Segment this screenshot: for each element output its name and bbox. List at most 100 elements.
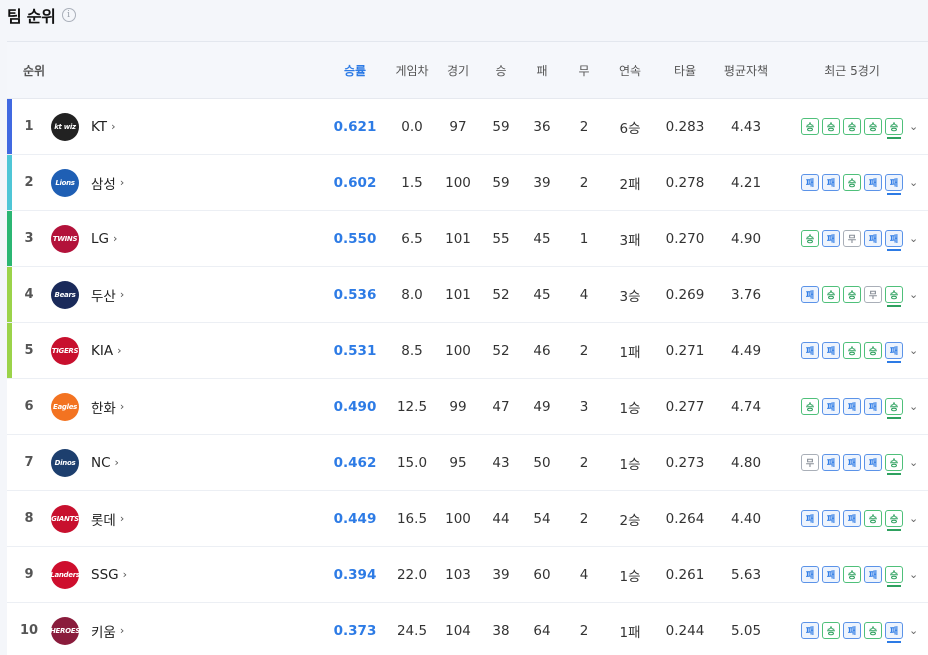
team-name: SSG [91, 566, 119, 583]
team-link[interactable]: Dinos NC › [47, 435, 167, 490]
era: 5.05 [730, 622, 762, 639]
table-row[interactable]: 8 GIANTS 롯데 › 0.449 16.5 100 44 54 2 2승 … [7, 491, 928, 547]
team-link[interactable]: HEROES 키움 › [47, 603, 167, 655]
team-name: 롯데 [91, 512, 116, 529]
table-row[interactable]: 1 kt wiz KT › 0.621 0.0 97 59 36 2 6승 0.… [7, 99, 928, 155]
ssg-landers-logo: Landers [50, 560, 80, 589]
chevron-right-icon: › [114, 456, 119, 469]
chevron-down-icon[interactable]: ⌄ [909, 211, 918, 266]
losses: 45 [533, 286, 551, 303]
recent-games: 패승패승패 [797, 603, 907, 655]
chevron-down-icon[interactable]: ⌄ [909, 379, 918, 434]
recent-games: 패패승패승 [797, 547, 907, 602]
recent-badges: 패패패승승 [801, 510, 903, 531]
page-title: 팀 순위 [7, 7, 56, 26]
chevron-right-icon: › [119, 288, 125, 301]
streak: 1패 [619, 624, 641, 641]
team-logo-text: TIGERS [51, 346, 79, 355]
wins: 52 [492, 342, 510, 359]
chevron-down-icon[interactable]: ⌄ [909, 155, 918, 210]
recent-badges: 무패패패승 [801, 454, 903, 475]
table-row[interactable]: 4 Bears 두산 › 0.536 8.0 101 52 45 4 3승 0.… [7, 267, 928, 323]
team-link[interactable]: kt wiz KT › [47, 99, 167, 154]
header-avg[interactable]: 타율 [657, 42, 713, 98]
standings-table: 순위 승률 게임차 경기 승 패 무 연속 타율 평균자책 최근 5경기 1 k… [7, 41, 928, 655]
games-behind: 16.5 [396, 510, 428, 527]
win-pct: 0.550 [333, 230, 377, 247]
chevron-down-icon[interactable]: ⌄ [909, 547, 918, 602]
draws: 2 [579, 622, 589, 639]
recent-game-badge: 승 [885, 454, 903, 475]
streak: 2승 [619, 512, 641, 529]
wins: 59 [492, 118, 510, 135]
recent-game-badge: 승 [885, 398, 903, 419]
team-link[interactable]: TWINS LG › [47, 211, 167, 266]
era: 4.21 [730, 174, 762, 191]
rank-indicator-bar [7, 155, 12, 210]
wins: 43 [492, 454, 510, 471]
header-pct[interactable]: 승률 [325, 42, 385, 98]
chevron-down-icon[interactable]: ⌄ [909, 323, 918, 378]
team-logo-text: kt wiz [54, 122, 76, 131]
recent-game-badge: 패 [885, 174, 903, 195]
header-era[interactable]: 평균자책 [715, 42, 777, 98]
team-link[interactable]: Bears 두산 › [47, 267, 167, 322]
team-link[interactable]: Lions 삼성 › [47, 155, 167, 210]
games-behind: 12.5 [396, 398, 428, 415]
chevron-down-icon[interactable]: ⌄ [909, 491, 918, 546]
recent-badges: 승패패패승 [801, 398, 903, 419]
header-games[interactable]: 경기 [437, 42, 479, 98]
recent-game-badge: 무 [864, 286, 882, 303]
team-name: 한화 [91, 400, 116, 417]
header-losses[interactable]: 패 [522, 42, 562, 98]
table-row[interactable]: 9 Landers SSG › 0.394 22.0 103 39 60 4 1… [7, 547, 928, 603]
team-logo-text: Dinos [54, 458, 76, 467]
chevron-down-icon[interactable]: ⌄ [909, 435, 918, 490]
header-gb[interactable]: 게임차 [387, 42, 437, 98]
table-row[interactable]: 5 TIGERS KIA › 0.531 8.5 100 52 46 2 1패 … [7, 323, 928, 379]
info-icon[interactable]: i [61, 8, 76, 22]
batting-avg: 0.278 [665, 174, 705, 191]
batting-avg: 0.264 [665, 510, 705, 527]
team-link[interactable]: GIANTS 롯데 › [47, 491, 167, 546]
rank-indicator-bar [7, 267, 12, 322]
chevron-right-icon: › [119, 400, 125, 413]
table-row[interactable]: 3 TWINS LG › 0.550 6.5 101 55 45 1 3패 0.… [7, 211, 928, 267]
team-name: KT [91, 118, 108, 135]
games-played: 100 [445, 174, 471, 191]
era: 4.80 [730, 454, 762, 471]
recent-game-badge: 패 [843, 454, 861, 471]
batting-avg: 0.277 [665, 398, 705, 415]
chevron-down-icon[interactable]: ⌄ [909, 99, 918, 154]
losses: 50 [533, 454, 551, 471]
recent-game-badge: 패 [864, 398, 882, 415]
draws: 1 [579, 230, 589, 247]
chevron-down-icon[interactable]: ⌄ [909, 267, 918, 322]
team-link[interactable]: Eagles 한화 › [47, 379, 167, 434]
recent-game-badge: 승 [885, 510, 903, 531]
header-streak[interactable]: 연속 [607, 42, 653, 98]
team-name: NC [91, 454, 111, 471]
team-logo-text: TWINS [52, 234, 78, 243]
recent-game-badge: 승 [801, 398, 819, 415]
recent-game-badge: 패 [822, 398, 840, 415]
team-link[interactable]: TIGERS KIA › [47, 323, 167, 378]
table-row[interactable]: 7 Dinos NC › 0.462 15.0 95 43 50 2 1승 0.… [7, 435, 928, 491]
table-row[interactable]: 10 HEROES 키움 › 0.373 24.5 104 38 64 2 1패… [7, 603, 928, 655]
chevron-down-icon[interactable]: ⌄ [909, 603, 918, 655]
table-row[interactable]: 6 Eagles 한화 › 0.490 12.5 99 47 49 3 1승 0… [7, 379, 928, 435]
rank-number: 9 [24, 567, 34, 582]
recent-game-badge: 패 [822, 510, 840, 527]
team-link[interactable]: Landers SSG › [47, 547, 167, 602]
losses: 46 [533, 342, 551, 359]
games-behind: 15.0 [396, 454, 428, 471]
header-rank[interactable]: 순위 [23, 42, 63, 98]
streak: 1패 [619, 344, 641, 361]
header-wins[interactable]: 승 [481, 42, 521, 98]
recent-game-badge: 패 [864, 230, 882, 247]
recent-badges: 승승승승승 [801, 118, 903, 139]
table-row[interactable]: 2 Lions 삼성 › 0.602 1.5 100 59 39 2 2패 0.… [7, 155, 928, 211]
recent-game-badge: 패 [822, 230, 840, 247]
header-draws[interactable]: 무 [565, 42, 603, 98]
games-behind: 22.0 [396, 566, 428, 583]
